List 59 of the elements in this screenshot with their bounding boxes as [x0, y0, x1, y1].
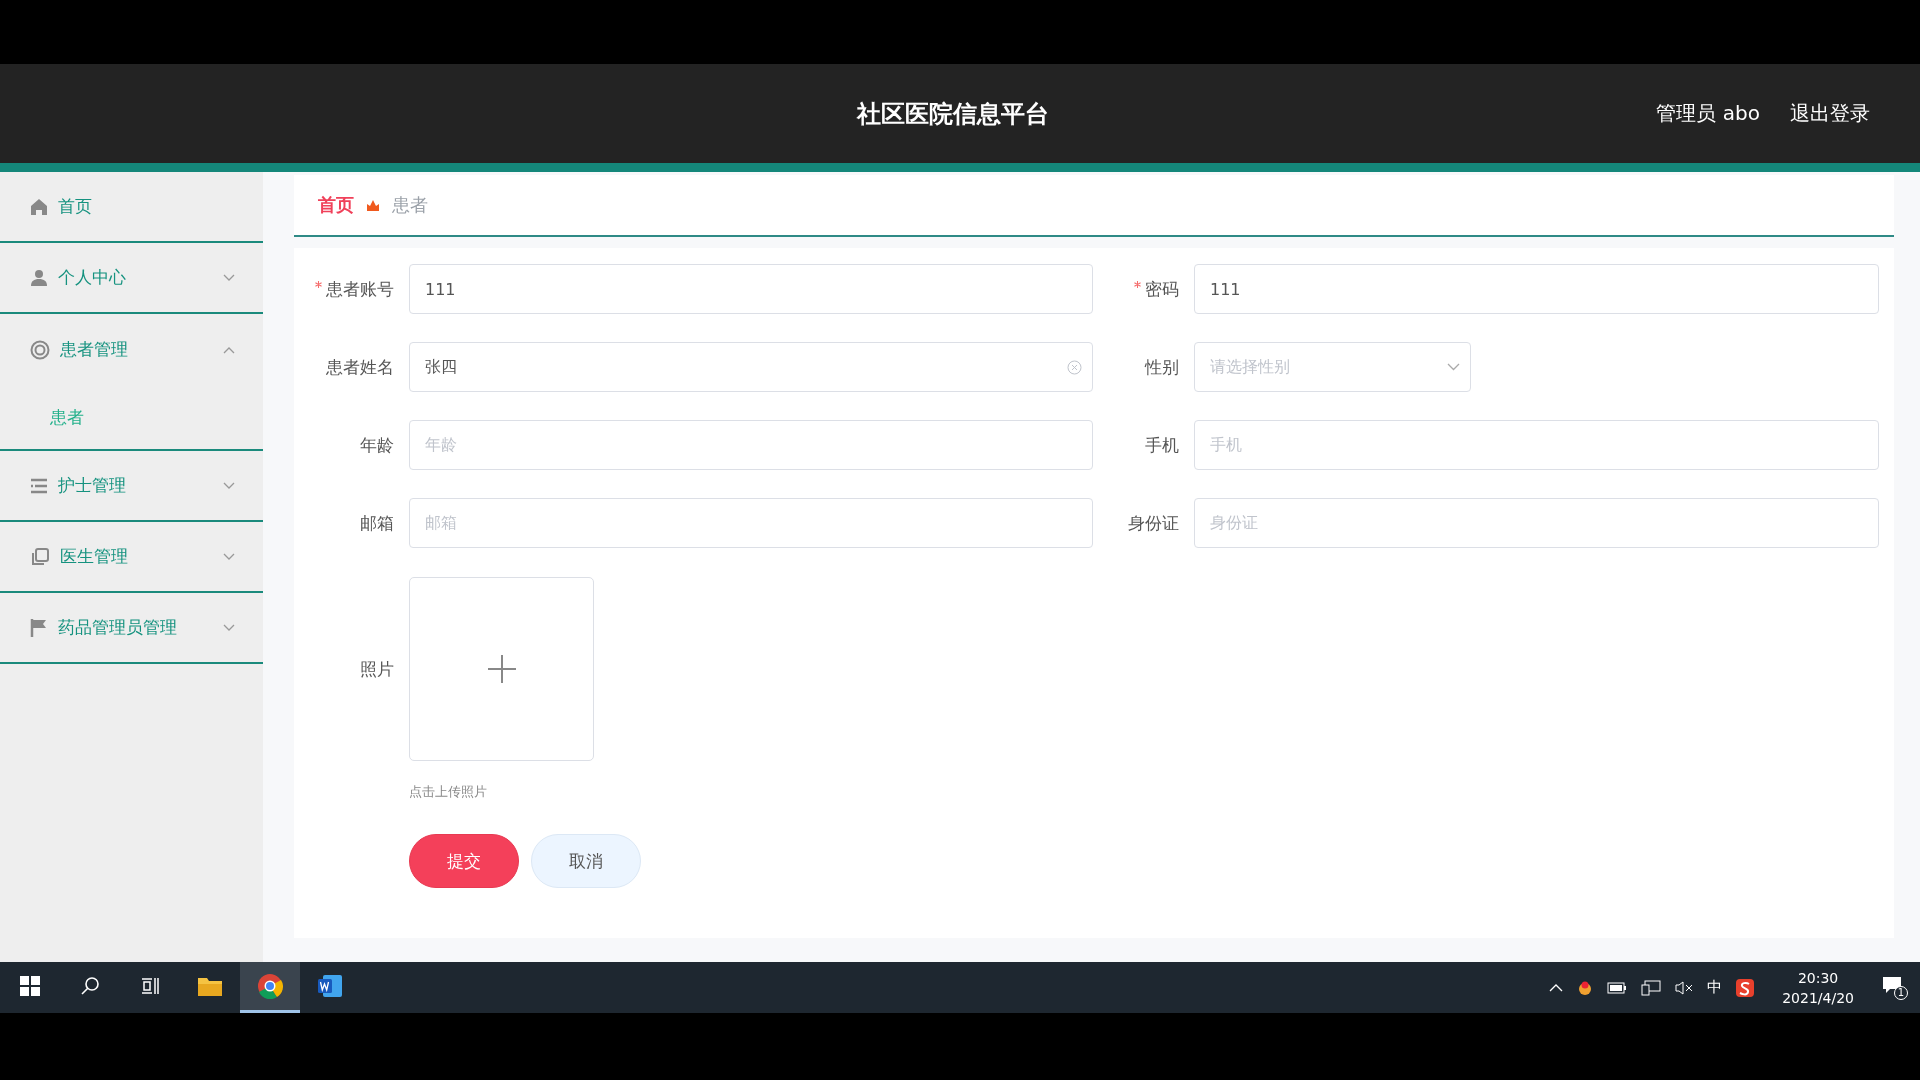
list-icon: [30, 477, 48, 494]
user-name: 管理员 abo: [1656, 100, 1760, 127]
input-field[interactable]: 111: [409, 264, 1093, 314]
input-field[interactable]: 手机: [1194, 420, 1879, 470]
logout-link[interactable]: 退出登录: [1790, 100, 1870, 127]
sidebar-item[interactable]: 患者管理: [0, 314, 263, 385]
field-label: 手机: [1144, 433, 1179, 457]
input-field[interactable]: 身份证: [1194, 498, 1879, 548]
task-view-icon: [140, 976, 160, 996]
cancel-button[interactable]: 取消: [531, 834, 641, 888]
plus-icon: [487, 655, 516, 683]
copy-icon: [30, 546, 50, 567]
field-label: 邮箱: [359, 511, 394, 535]
select-field[interactable]: 请选择性别: [1194, 342, 1471, 392]
input-field[interactable]: 年龄: [409, 420, 1093, 470]
field-label: 年龄: [359, 433, 394, 457]
sidebar-item[interactable]: 首页: [0, 172, 263, 243]
upload-hint: 点击上传照片: [409, 783, 487, 801]
search-icon: [80, 976, 100, 996]
taskbar-app[interactable]: [240, 962, 300, 1013]
battery-icon[interactable]: [1607, 981, 1628, 994]
notification-count: 1: [1894, 985, 1908, 1000]
field-label: 身份证: [1127, 511, 1179, 535]
field-label: 照片: [359, 657, 394, 681]
browser-icon: [257, 973, 283, 999]
sidebar-item[interactable]: 个人中心: [0, 243, 263, 314]
chevron-up-icon[interactable]: [1549, 983, 1564, 992]
input-method-logo-icon[interactable]: [1736, 978, 1755, 997]
home-icon: [30, 197, 48, 216]
input-field[interactable]: 张四: [409, 342, 1093, 392]
notification-icon: [1882, 975, 1902, 994]
user-icon: [30, 268, 48, 287]
sidebar-item[interactable]: 药品管理员管理: [0, 593, 263, 664]
lifebuoy-icon: [30, 339, 50, 360]
breadcrumb-link[interactable]: 患者: [392, 193, 428, 217]
submit-button[interactable]: 提交: [409, 834, 519, 888]
flag-icon: [30, 617, 48, 638]
notification-button[interactable]: 1: [1882, 975, 1908, 1000]
tray-app-icon[interactable]: [1577, 979, 1594, 996]
input-field[interactable]: 邮箱: [409, 498, 1093, 548]
windows-logo-icon: [20, 976, 40, 996]
network-icon[interactable]: [1641, 979, 1662, 996]
document-app-icon: [317, 974, 343, 998]
breadcrumb-link[interactable]: 首页: [318, 193, 354, 217]
muted-speaker-icon[interactable]: [1675, 980, 1694, 995]
crown-icon: [366, 198, 380, 212]
chevron-down-icon: [1447, 363, 1460, 371]
app-title: 社区医院信息平台: [855, 98, 1051, 130]
input-method-indicator[interactable]: 中: [1707, 978, 1723, 997]
field-label: 患者账号: [294, 277, 394, 301]
field-label: 患者姓名: [325, 355, 394, 379]
clock[interactable]: 20:30 2021/4/20: [1782, 967, 1854, 1008]
field-label: 密码: [1094, 277, 1179, 301]
field-label: 性别: [1143, 355, 1179, 379]
sidebar-item[interactable]: 护士管理: [0, 451, 263, 522]
sidebar-item[interactable]: 医生管理: [0, 522, 263, 593]
input-field[interactable]: 111: [1194, 264, 1879, 314]
sidebar-subitem[interactable]: 患者: [0, 385, 263, 449]
folder-icon: [197, 975, 223, 997]
